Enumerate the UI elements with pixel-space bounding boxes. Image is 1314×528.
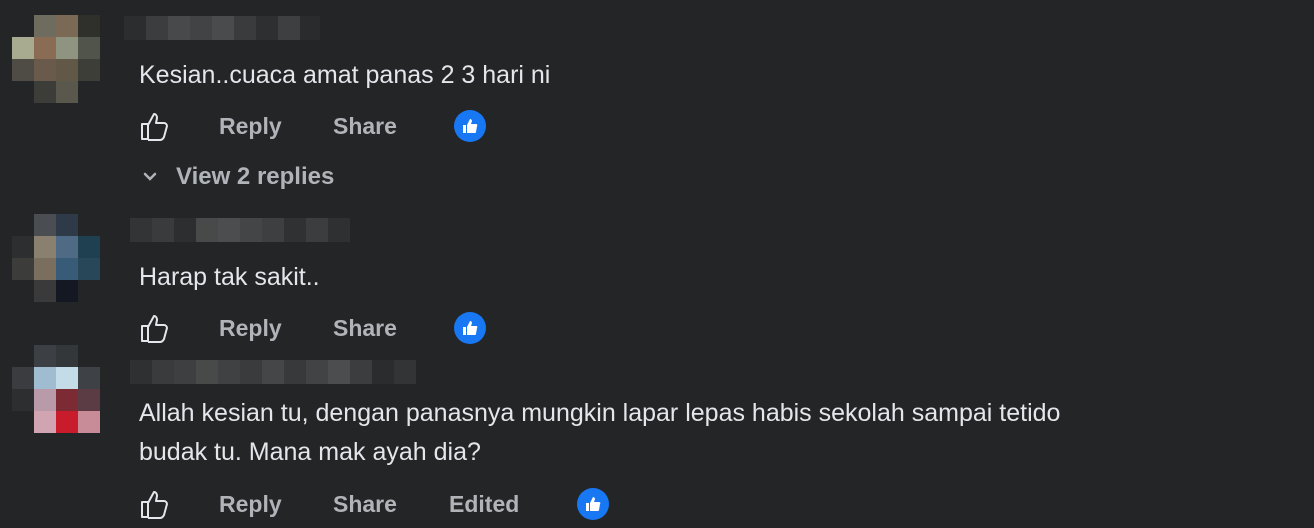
chevron-down-icon: [140, 167, 160, 187]
commenter-name-blurred[interactable]: [124, 16, 320, 40]
view-replies-label: View 2 replies: [176, 163, 335, 190]
comment-text-line-1: Allah kesian tu, dengan panasnya mungkin…: [139, 399, 1061, 427]
reply-button[interactable]: Reply: [219, 491, 282, 518]
share-button[interactable]: Share: [333, 315, 397, 342]
comment-text-line-2: budak tu. Mana mak ayah dia?: [139, 438, 481, 466]
reply-button[interactable]: Reply: [219, 315, 282, 342]
like-reaction-icon[interactable]: [454, 312, 486, 344]
comment-text: Kesian..cuaca amat panas 2 3 hari ni: [139, 61, 551, 89]
avatar[interactable]: [12, 345, 100, 433]
like-icon[interactable]: [137, 109, 171, 143]
reply-button[interactable]: Reply: [219, 113, 282, 140]
edited-label[interactable]: Edited: [449, 491, 519, 518]
like-reaction-icon[interactable]: [577, 488, 609, 520]
like-icon[interactable]: [137, 311, 171, 345]
comment-actions: Reply Share: [137, 106, 486, 146]
comment-actions: Reply Share Edited: [137, 484, 609, 524]
like-reaction-icon[interactable]: [454, 110, 486, 142]
avatar[interactable]: [12, 15, 100, 103]
view-replies-button[interactable]: View 2 replies: [140, 163, 334, 191]
like-icon[interactable]: [137, 487, 171, 521]
comment-actions: Reply Share: [137, 308, 486, 348]
commenter-name-blurred[interactable]: [130, 360, 416, 384]
comment-text: Harap tak sakit..: [139, 263, 320, 291]
share-button[interactable]: Share: [333, 113, 397, 140]
share-button[interactable]: Share: [333, 491, 397, 518]
commenter-name-blurred[interactable]: [130, 218, 350, 242]
avatar[interactable]: [12, 214, 100, 302]
